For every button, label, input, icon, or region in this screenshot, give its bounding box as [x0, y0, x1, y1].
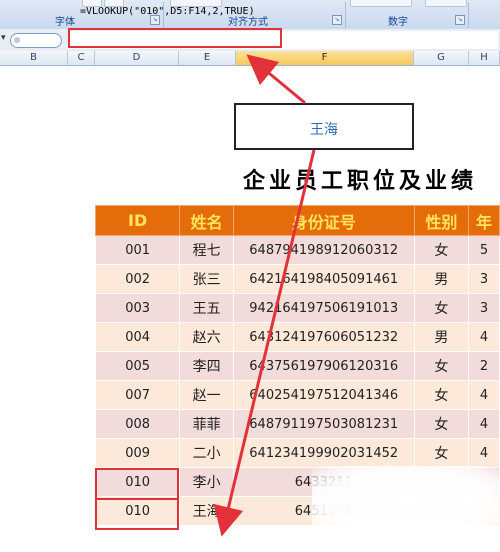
cell-id[interactable]: 002	[94, 264, 181, 294]
lookup-key-highlight	[95, 468, 179, 500]
cell-idnum[interactable]: 942164197506191013	[232, 293, 415, 323]
sheet-title: 企业员工职位及业绩	[243, 168, 478, 194]
cell-id[interactable]: 007	[94, 380, 181, 410]
table-row: 003 王五 942164197506191013 女 3	[94, 293, 500, 323]
arrow-to-formula	[246, 54, 306, 105]
cell-age[interactable]: 4	[468, 438, 500, 468]
column-header-d[interactable]: D	[95, 51, 179, 65]
ribbon-button[interactable]	[350, 0, 412, 7]
cell-id[interactable]: 003	[94, 293, 181, 323]
cell-age[interactable]: 4	[468, 322, 500, 352]
column-header-g[interactable]: G	[414, 51, 469, 65]
cell-name[interactable]: 李小	[179, 467, 234, 497]
cell-age[interactable]: 5	[468, 235, 500, 265]
namebox-dropdown-icon[interactable]: ▾	[1, 33, 6, 43]
column-header-b[interactable]: B	[0, 51, 68, 65]
cell-id[interactable]: 008	[94, 409, 181, 439]
font-group-label: 字体	[55, 17, 75, 28]
cell-name[interactable]: 张三	[179, 264, 234, 294]
table-row: 002 张三 642164198405091461 男 3	[94, 264, 500, 294]
alignment-dialog-launcher-icon[interactable]: ↘	[332, 15, 342, 25]
formula-highlight-box	[68, 28, 282, 48]
cell-idnum[interactable]: 641234199902031452	[232, 438, 415, 468]
cell-age[interactable]: 3	[468, 264, 500, 294]
number-group-label: 数字	[388, 17, 408, 28]
callout-text: 王海	[310, 122, 338, 138]
cell-sex[interactable]: 女	[413, 380, 470, 410]
cell-idnum[interactable]: 648794198912060312	[232, 235, 415, 265]
table-row: 008 菲菲 648791197503081231 女 4	[94, 409, 500, 439]
table-row: 004 赵六 643124197606051232 男 4	[94, 322, 500, 352]
column-header-row: B C D E F G H	[0, 51, 500, 66]
header-name[interactable]: 姓名	[179, 205, 234, 236]
group-divider	[468, 2, 469, 28]
column-header-c[interactable]: C	[68, 51, 95, 65]
ribbon-button[interactable]	[425, 0, 467, 7]
blur-overlay	[312, 466, 500, 536]
header-id[interactable]: ID	[94, 205, 181, 236]
cell-id[interactable]: 004	[94, 322, 181, 352]
table-row: 009 二小 641234199902031452 女 4	[94, 438, 500, 468]
cell-age[interactable]: 3	[468, 293, 500, 323]
group-divider	[345, 2, 346, 28]
cell-sex[interactable]: 女	[413, 409, 470, 439]
cell-idnum[interactable]: 640254197512041346	[232, 380, 415, 410]
column-header-h[interactable]: H	[469, 51, 500, 65]
cell-idnum[interactable]: 643124197606051232	[232, 322, 415, 352]
cell-id[interactable]: 009	[94, 438, 181, 468]
cell-name[interactable]: 赵六	[179, 322, 234, 352]
cell-name[interactable]: 王五	[179, 293, 234, 323]
table-row: 005 李四 643756197906120316 女 2	[94, 351, 500, 381]
function-wizard-button[interactable]	[10, 33, 62, 48]
cell-name[interactable]: 赵一	[179, 380, 234, 410]
cell-idnum[interactable]: 643756197906120316	[232, 351, 415, 381]
cell-sex[interactable]: 女	[413, 235, 470, 265]
cell-sex[interactable]: 女	[413, 438, 470, 468]
cell-idnum[interactable]: 642164198405091461	[232, 264, 415, 294]
cell-name[interactable]: 李四	[179, 351, 234, 381]
cell-age[interactable]: 4	[468, 409, 500, 439]
cell-id[interactable]: 005	[94, 351, 181, 381]
result-callout: 王海	[234, 103, 414, 150]
table-row: 007 赵一 640254197512041346 女 4	[94, 380, 500, 410]
cell-sex[interactable]: 男	[413, 322, 470, 352]
cell-age[interactable]: 4	[468, 380, 500, 410]
cell-sex[interactable]: 女	[413, 351, 470, 381]
header-idnum[interactable]: 身份证号	[232, 205, 415, 236]
fx-icon	[14, 37, 20, 43]
formula-text: =VLOOKUP("010",D5:F14,2,TRUE)	[80, 6, 255, 17]
cell-name[interactable]: 菲菲	[179, 409, 234, 439]
number-dialog-launcher-icon[interactable]: ↘	[455, 15, 465, 25]
table-header-row: ID 姓名 身份证号 性别 年	[94, 205, 500, 236]
cell-sex[interactable]: 男	[413, 264, 470, 294]
header-sex[interactable]: 性别	[413, 205, 470, 236]
cell-name[interactable]: 王海	[179, 496, 234, 526]
cell-name[interactable]: 二小	[179, 438, 234, 468]
cell-name[interactable]: 程七	[179, 235, 234, 265]
column-header-e[interactable]: E	[179, 51, 236, 65]
cell-sex[interactable]: 女	[413, 293, 470, 323]
cell-age[interactable]: 2	[468, 351, 500, 381]
header-age[interactable]: 年	[468, 205, 500, 236]
table-row: 001 程七 648794198912060312 女 5	[94, 235, 500, 265]
cell-id[interactable]: 001	[94, 235, 181, 265]
cell-idnum[interactable]: 648791197503081231	[232, 409, 415, 439]
column-header-f[interactable]: F	[236, 51, 414, 65]
lookup-key-highlight	[95, 498, 179, 530]
